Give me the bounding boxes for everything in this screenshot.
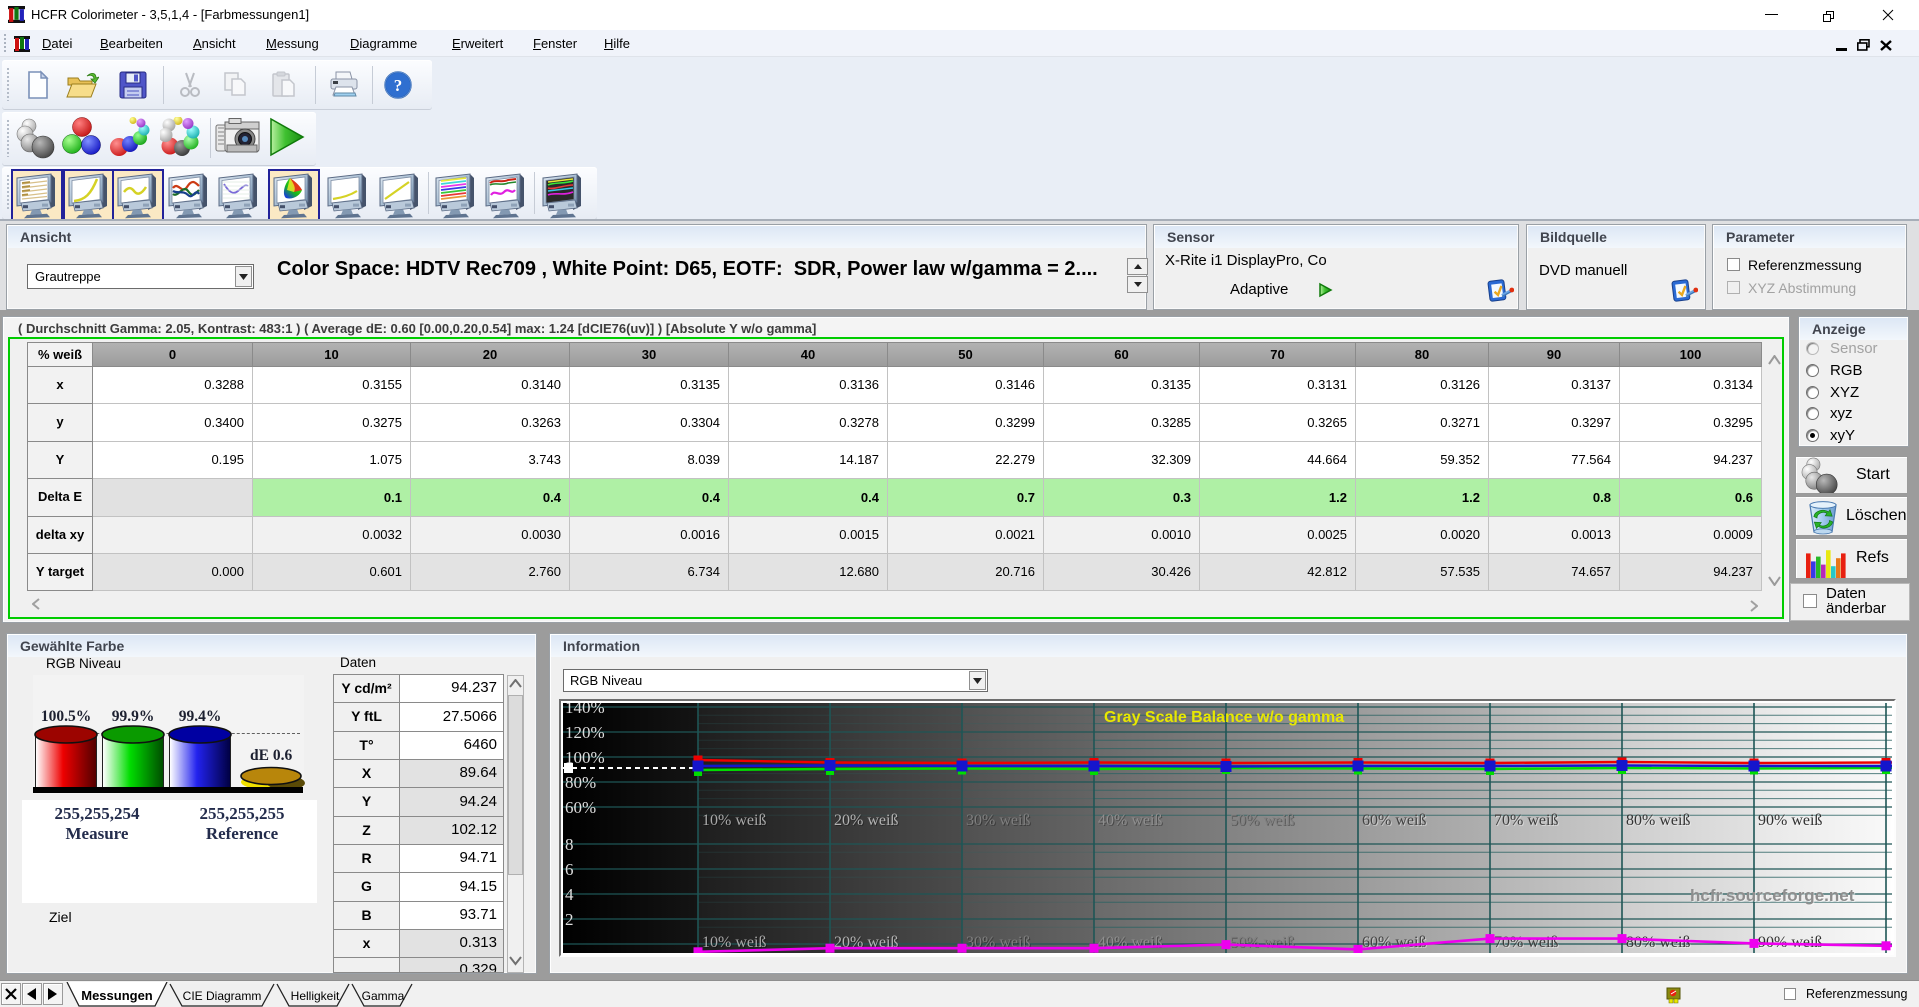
svg-text:?: ? [394, 76, 403, 95]
